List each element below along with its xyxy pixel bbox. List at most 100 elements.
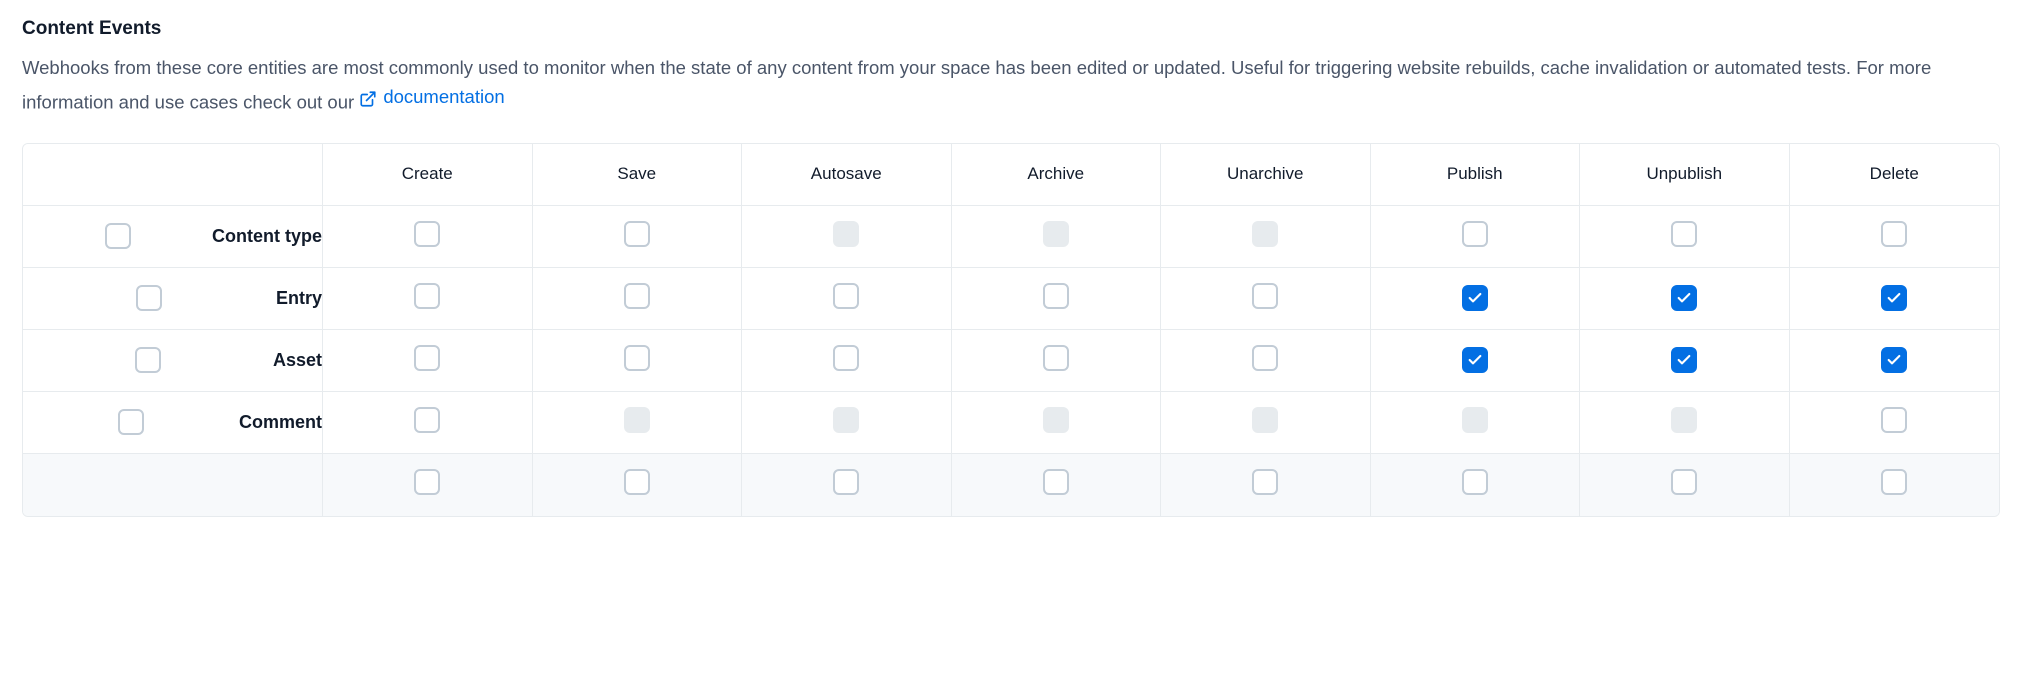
checkbox-archive bbox=[1043, 407, 1069, 433]
row-select-checkbox[interactable] bbox=[105, 223, 131, 249]
checkbox-autosave bbox=[833, 407, 859, 433]
external-link-icon bbox=[359, 88, 377, 106]
cell-create bbox=[323, 268, 533, 330]
checkbox-publish[interactable] bbox=[1462, 221, 1488, 247]
column-header-archive: Archive bbox=[952, 144, 1162, 206]
section-description: Webhooks from these core entities are mo… bbox=[22, 54, 2000, 117]
table-corner-cell bbox=[23, 144, 323, 206]
checkbox-save[interactable] bbox=[624, 345, 650, 371]
checkbox-create[interactable] bbox=[414, 407, 440, 433]
checkbox-delete[interactable] bbox=[1881, 285, 1907, 311]
table-header-row: Create Save Autosave Archive Unarchive P… bbox=[23, 144, 1999, 206]
checkbox-autosave[interactable] bbox=[833, 345, 859, 371]
checkbox-archive[interactable] bbox=[1043, 283, 1069, 309]
footer-cell-create bbox=[323, 454, 533, 516]
cell-archive bbox=[952, 392, 1162, 454]
column-header-create: Create bbox=[323, 144, 533, 206]
footer-cell-delete bbox=[1790, 454, 2000, 516]
cell-delete bbox=[1790, 330, 2000, 392]
checkbox-unpublish[interactable] bbox=[1671, 285, 1697, 311]
footer-cell-unarchive bbox=[1161, 454, 1371, 516]
select-all-checkbox-publish[interactable] bbox=[1462, 469, 1488, 495]
checkbox-publish[interactable] bbox=[1462, 285, 1488, 311]
select-all-checkbox-autosave[interactable] bbox=[833, 469, 859, 495]
cell-archive bbox=[952, 206, 1162, 268]
checkbox-save[interactable] bbox=[624, 221, 650, 247]
checkbox-unarchive bbox=[1252, 221, 1278, 247]
cell-publish bbox=[1371, 268, 1581, 330]
checkbox-unarchive[interactable] bbox=[1252, 345, 1278, 371]
cell-create bbox=[323, 206, 533, 268]
cell-publish bbox=[1371, 330, 1581, 392]
events-table: Create Save Autosave Archive Unarchive P… bbox=[22, 143, 2000, 517]
cell-autosave bbox=[742, 330, 952, 392]
checkbox-save bbox=[624, 407, 650, 433]
column-header-autosave: Autosave bbox=[742, 144, 952, 206]
select-all-checkbox-archive[interactable] bbox=[1043, 469, 1069, 495]
cell-delete bbox=[1790, 392, 2000, 454]
checkbox-unpublish[interactable] bbox=[1671, 347, 1697, 373]
cell-publish bbox=[1371, 392, 1581, 454]
cell-unpublish bbox=[1580, 206, 1790, 268]
footer-cell-save bbox=[533, 454, 743, 516]
select-all-checkbox-create[interactable] bbox=[414, 469, 440, 495]
checkbox-create[interactable] bbox=[414, 221, 440, 247]
cell-unarchive bbox=[1161, 330, 1371, 392]
checkbox-unarchive bbox=[1252, 407, 1278, 433]
section-title: Content Events bbox=[22, 18, 2000, 40]
checkbox-publish[interactable] bbox=[1462, 347, 1488, 373]
table-row: Asset bbox=[23, 330, 1999, 392]
select-all-checkbox-save[interactable] bbox=[624, 469, 650, 495]
checkbox-save[interactable] bbox=[624, 283, 650, 309]
checkbox-unarchive[interactable] bbox=[1252, 283, 1278, 309]
table-footer-row bbox=[23, 454, 1999, 516]
checkbox-delete[interactable] bbox=[1881, 407, 1907, 433]
row-header: Asset bbox=[23, 330, 322, 391]
checkbox-delete[interactable] bbox=[1881, 347, 1907, 373]
select-all-checkbox-unarchive[interactable] bbox=[1252, 469, 1278, 495]
documentation-link[interactable]: documentation bbox=[359, 83, 504, 112]
checkbox-archive[interactable] bbox=[1043, 345, 1069, 371]
select-all-checkbox-unpublish[interactable] bbox=[1671, 469, 1697, 495]
checkbox-delete[interactable] bbox=[1881, 221, 1907, 247]
checkbox-create[interactable] bbox=[414, 283, 440, 309]
column-header-unarchive: Unarchive bbox=[1161, 144, 1371, 206]
cell-autosave bbox=[742, 392, 952, 454]
cell-publish bbox=[1371, 206, 1581, 268]
footer-cell-autosave bbox=[742, 454, 952, 516]
cell-unpublish bbox=[1580, 392, 1790, 454]
checkbox-create[interactable] bbox=[414, 345, 440, 371]
footer-cell-archive bbox=[952, 454, 1162, 516]
cell-archive bbox=[952, 330, 1162, 392]
cell-unarchive bbox=[1161, 392, 1371, 454]
cell-save bbox=[533, 392, 743, 454]
column-header-save: Save bbox=[533, 144, 743, 206]
footer-cell-unpublish bbox=[1580, 454, 1790, 516]
cell-unpublish bbox=[1580, 268, 1790, 330]
checkbox-publish bbox=[1462, 407, 1488, 433]
row-select-checkbox[interactable] bbox=[118, 409, 144, 435]
documentation-link-label: documentation bbox=[383, 83, 504, 112]
cell-save bbox=[533, 268, 743, 330]
column-header-delete: Delete bbox=[1790, 144, 2000, 206]
column-header-unpublish: Unpublish bbox=[1580, 144, 1790, 206]
cell-archive bbox=[952, 268, 1162, 330]
cell-autosave bbox=[742, 206, 952, 268]
cell-unarchive bbox=[1161, 206, 1371, 268]
row-select-checkbox[interactable] bbox=[136, 285, 162, 311]
row-label: Content type bbox=[212, 226, 322, 247]
checkbox-autosave bbox=[833, 221, 859, 247]
footer-corner-cell bbox=[23, 454, 323, 516]
row-header: Entry bbox=[23, 268, 322, 329]
checkbox-unpublish bbox=[1671, 407, 1697, 433]
select-all-checkbox-delete[interactable] bbox=[1881, 469, 1907, 495]
cell-save bbox=[533, 206, 743, 268]
column-header-publish: Publish bbox=[1371, 144, 1581, 206]
row-select-checkbox[interactable] bbox=[135, 347, 161, 373]
checkbox-unpublish[interactable] bbox=[1671, 221, 1697, 247]
checkbox-archive bbox=[1043, 221, 1069, 247]
checkbox-autosave[interactable] bbox=[833, 283, 859, 309]
description-text: Webhooks from these core entities are mo… bbox=[22, 57, 1931, 112]
cell-delete bbox=[1790, 206, 2000, 268]
cell-autosave bbox=[742, 268, 952, 330]
